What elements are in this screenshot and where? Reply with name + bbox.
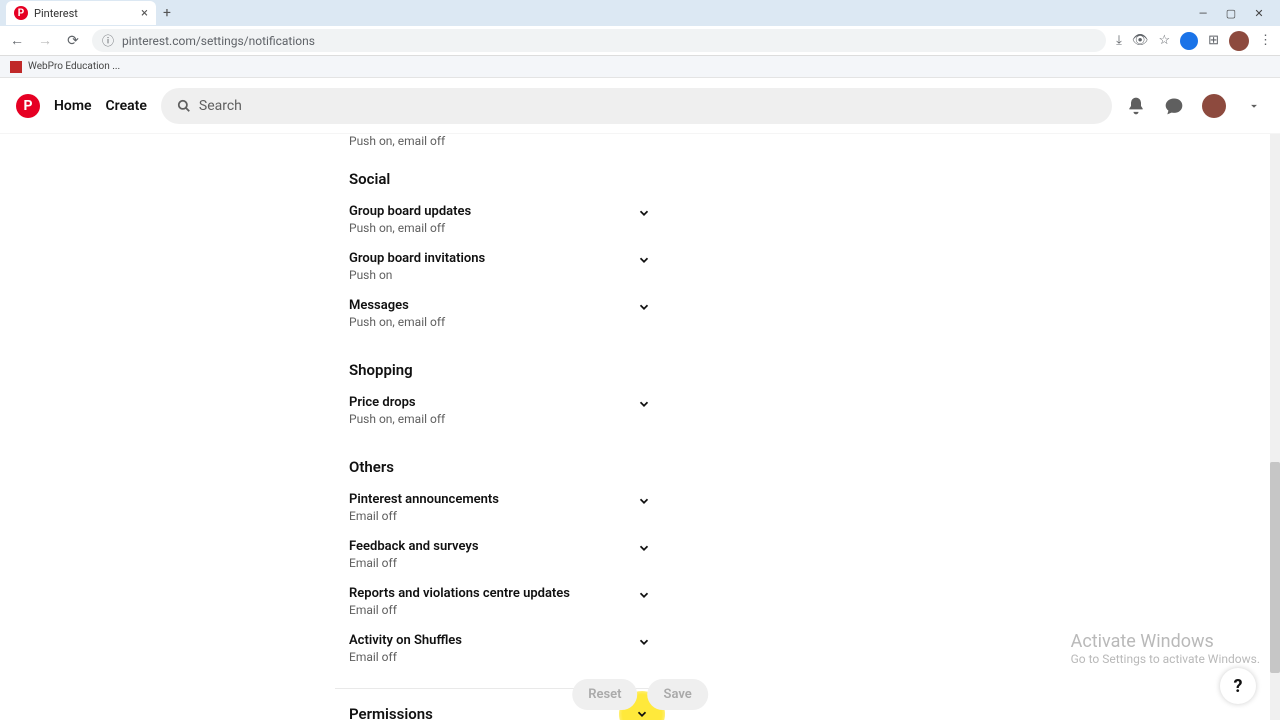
account-menu-chevron-icon[interactable]: [1244, 96, 1264, 116]
prev-row-status: Push on, email off: [335, 134, 955, 148]
row-status: Push on: [349, 268, 641, 282]
nav-home[interactable]: Home: [54, 98, 92, 114]
nav-create[interactable]: Create: [106, 98, 147, 114]
chevron-down-icon[interactable]: [637, 397, 651, 411]
scrollbar-thumb[interactable]: [1270, 462, 1280, 673]
row-title: Price drops: [349, 395, 641, 410]
chevron-down-icon[interactable]: [637, 635, 651, 649]
install-app-icon[interactable]: ⤓: [1116, 33, 1122, 48]
row-price-drops[interactable]: Price drops Push on, email off: [335, 389, 655, 436]
row-title: Messages: [349, 298, 641, 313]
notifications-settings: Push on, email off Social Group board up…: [325, 134, 955, 720]
notifications-icon[interactable]: [1126, 96, 1146, 116]
row-status: Email off: [349, 603, 641, 617]
site-info-icon[interactable]: ⓘ: [102, 32, 114, 49]
messages-icon[interactable]: [1164, 96, 1184, 116]
toolbar-right: ⤓ 👁 ☆ ⊞ ⋮: [1116, 31, 1272, 51]
row-reports-violations[interactable]: Reports and violations centre updates Em…: [335, 580, 655, 627]
row-group-board-updates[interactable]: Group board updates Push on, email off: [335, 198, 655, 245]
row-title: Group board updates: [349, 204, 641, 219]
row-feedback-surveys[interactable]: Feedback and surveys Email off: [335, 533, 655, 580]
address-bar: ← → ⟳ ⓘ pinterest.com/settings/notificat…: [0, 26, 1280, 56]
bookmark-favicon: [10, 61, 22, 73]
scrollbar-track[interactable]: [1270, 134, 1280, 720]
close-window-icon[interactable]: ✕: [1252, 7, 1266, 20]
profile-avatar-browser[interactable]: [1229, 31, 1249, 51]
window-controls: — ▢ ✕: [1196, 7, 1274, 20]
row-status: Push on, email off: [349, 412, 641, 426]
row-status: Push on, email off: [349, 315, 641, 329]
section-shopping-title: Shopping: [335, 361, 955, 379]
row-title: Group board invitations: [349, 251, 641, 266]
bookmarks-bar: WebPro Education ...: [0, 56, 1280, 78]
reset-button[interactable]: Reset: [572, 679, 637, 710]
minimize-icon[interactable]: —: [1196, 7, 1210, 20]
footer-actions: Reset Save: [572, 679, 708, 710]
chevron-down-icon[interactable]: [637, 206, 651, 220]
pinterest-favicon: P: [14, 6, 28, 20]
url-text: pinterest.com/settings/notifications: [122, 34, 315, 48]
url-field[interactable]: ⓘ pinterest.com/settings/notifications: [92, 29, 1106, 52]
chevron-down-icon[interactable]: [637, 300, 651, 314]
search-box[interactable]: Search: [161, 88, 1112, 124]
chevron-down-icon[interactable]: [637, 588, 651, 602]
chevron-down-icon[interactable]: [637, 494, 651, 508]
pinterest-header: P Home Create Search: [0, 78, 1280, 134]
new-tab-button[interactable]: +: [156, 5, 178, 21]
row-activity-shuffles[interactable]: Activity on Shuffles Email off: [335, 627, 655, 674]
bookmark-item[interactable]: WebPro Education ...: [28, 61, 120, 72]
tab-bar: P Pinterest × + — ▢ ✕: [0, 0, 1280, 26]
profile-avatar[interactable]: [1202, 94, 1226, 118]
close-tab-icon[interactable]: ×: [141, 6, 148, 21]
help-button[interactable]: ?: [1220, 668, 1256, 704]
row-title: Reports and violations centre updates: [349, 586, 641, 601]
section-social-title: Social: [335, 170, 955, 188]
row-pinterest-announcements[interactable]: Pinterest announcements Email off: [335, 486, 655, 533]
row-status: Email off: [349, 556, 641, 570]
browser-chrome: P Pinterest × + — ▢ ✕ ← → ⟳ ⓘ pinterest.…: [0, 0, 1280, 78]
chevron-down-icon[interactable]: [637, 541, 651, 555]
browser-tab[interactable]: P Pinterest ×: [6, 1, 156, 25]
chevron-down-icon[interactable]: [637, 253, 651, 267]
extension-icon[interactable]: [1180, 32, 1198, 50]
forward-icon[interactable]: →: [36, 32, 54, 50]
row-status: Email off: [349, 650, 641, 664]
row-title: Feedback and surveys: [349, 539, 641, 554]
row-status: Push on, email off: [349, 221, 641, 235]
search-placeholder: Search: [199, 98, 242, 114]
row-messages[interactable]: Messages Push on, email off: [335, 292, 655, 339]
row-title: Pinterest announcements: [349, 492, 641, 507]
search-icon: [177, 99, 191, 113]
maximize-icon[interactable]: ▢: [1224, 7, 1238, 20]
section-others-title: Others: [335, 458, 955, 476]
row-title: Activity on Shuffles: [349, 633, 641, 648]
incognito-icon[interactable]: 👁: [1132, 33, 1149, 48]
settings-content: Push on, email off Social Group board up…: [0, 134, 1280, 720]
row-group-board-invitations[interactable]: Group board invitations Push on: [335, 245, 655, 292]
back-icon[interactable]: ←: [8, 32, 26, 50]
bookmark-star-icon[interactable]: ☆: [1158, 33, 1170, 48]
header-actions: [1126, 94, 1264, 118]
save-button[interactable]: Save: [648, 679, 708, 710]
reload-icon[interactable]: ⟳: [64, 32, 82, 50]
extensions-menu-icon[interactable]: ⊞: [1208, 33, 1219, 48]
pinterest-logo[interactable]: P: [16, 94, 40, 118]
row-status: Email off: [349, 509, 641, 523]
tab-title: Pinterest: [34, 7, 78, 20]
kebab-menu-icon[interactable]: ⋮: [1259, 33, 1272, 48]
